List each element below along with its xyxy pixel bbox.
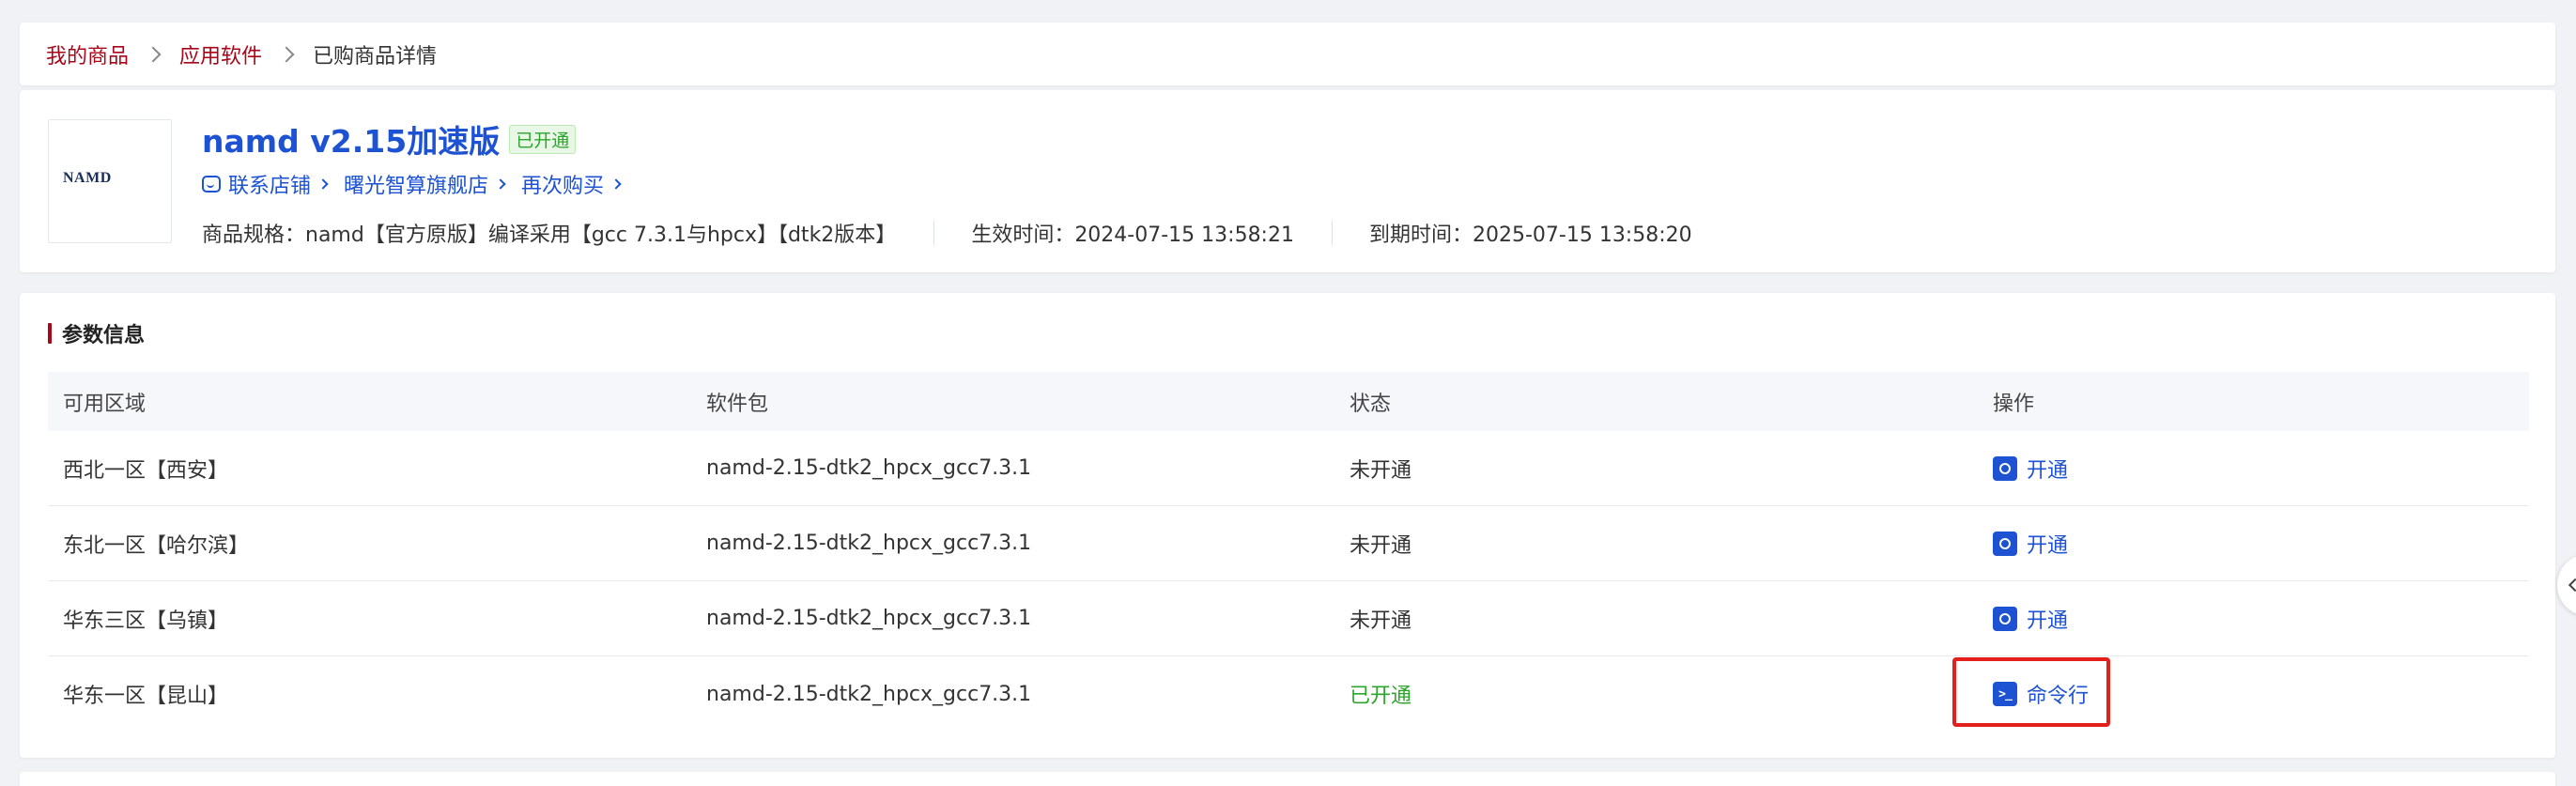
package-cell: namd-2.15-dtk2_hpcx_gcc7.3.1 bbox=[706, 532, 1032, 555]
key-icon bbox=[1993, 531, 2017, 556]
region-cell: 华东一区【昆山】 bbox=[63, 685, 229, 708]
chat-icon bbox=[202, 176, 221, 193]
command-line-button[interactable]: >_ 命令行 bbox=[1993, 679, 2089, 709]
column-header-status: 状态 bbox=[1350, 392, 1392, 416]
chevron-right-icon bbox=[278, 46, 295, 62]
activate-button[interactable]: 开通 bbox=[1993, 454, 2068, 484]
table-header: 可用区域 软件包 状态 操作 bbox=[48, 372, 2529, 431]
product-links: 联系店铺 曙光智算旗舰店 再次购买 bbox=[202, 169, 637, 199]
activate-label: 开通 bbox=[2027, 458, 2069, 483]
product-name: namd v2.15加速版 bbox=[202, 123, 501, 160]
product-spec: 商品规格：namd【官方原版】编译采用【gcc 7.3.1与hpcx】【dtk2… bbox=[202, 223, 897, 247]
product-meta: 商品规格：namd【官方原版】编译采用【gcc 7.3.1与hpcx】【dtk2… bbox=[202, 218, 1692, 248]
status-cell: 已开通 bbox=[1350, 685, 1412, 708]
status-cell: 未开通 bbox=[1350, 609, 1412, 633]
product-card: NAMD namd v2.15加速版 已开通 联系店铺 曙光智算旗舰店 再次购买… bbox=[20, 90, 2555, 272]
store-link[interactable]: 曙光智算旗舰店 bbox=[344, 169, 506, 199]
chevron-right-icon bbox=[145, 46, 162, 62]
chevron-right-icon bbox=[610, 178, 622, 190]
divider bbox=[933, 221, 935, 245]
rebuy-link[interactable]: 再次购买 bbox=[521, 169, 622, 199]
divider bbox=[1331, 221, 1333, 245]
breadcrumb-app-software[interactable]: 应用软件 bbox=[179, 39, 262, 69]
action-cell: 开通 bbox=[1978, 604, 2529, 634]
contact-store-link[interactable]: 联系店铺 bbox=[202, 169, 329, 199]
params-table: 可用区域 软件包 状态 操作 西北一区【西安】 namd-2.15-dtk2_h… bbox=[48, 372, 2529, 732]
package-cell: namd-2.15-dtk2_hpcx_gcc7.3.1 bbox=[706, 607, 1032, 630]
action-cell: 开通 bbox=[1978, 454, 2529, 484]
product-title: namd v2.15加速版 已开通 bbox=[202, 116, 577, 162]
breadcrumb-card: 我的商品 应用软件 已购商品详情 bbox=[20, 23, 2555, 85]
activate-label: 开通 bbox=[2027, 533, 2069, 558]
status-badge: 已开通 bbox=[509, 124, 577, 154]
breadcrumb-current: 已购商品详情 bbox=[313, 44, 438, 69]
key-icon bbox=[1993, 455, 2017, 481]
command-line-label: 命令行 bbox=[2027, 685, 2090, 708]
activate-button[interactable]: 开通 bbox=[1993, 604, 2068, 634]
terminal-icon: >_ bbox=[1993, 682, 2017, 706]
key-icon bbox=[1993, 606, 2017, 631]
column-header-package: 软件包 bbox=[706, 392, 769, 416]
effective-time: 生效时间：2024-07-15 13:58:21 bbox=[971, 223, 1294, 247]
product-thumbnail: NAMD bbox=[48, 119, 172, 243]
breadcrumb: 我的商品 应用软件 已购商品详情 bbox=[46, 23, 437, 85]
table-row: 华东一区【昆山】 namd-2.15-dtk2_hpcx_gcc7.3.1 已开… bbox=[48, 656, 2529, 732]
action-cell: >_ 命令行 bbox=[1978, 679, 2529, 709]
chevron-right-icon bbox=[495, 178, 506, 190]
package-cell: namd-2.15-dtk2_hpcx_gcc7.3.1 bbox=[706, 456, 1032, 480]
namd-logo: NAMD bbox=[63, 169, 112, 186]
action-cell: 开通 bbox=[1978, 529, 2529, 559]
table-row: 东北一区【哈尔滨】 namd-2.15-dtk2_hpcx_gcc7.3.1 未… bbox=[48, 506, 2529, 581]
params-card: 参数信息 可用区域 软件包 状态 操作 西北一区【西安】 namd-2.15-d… bbox=[20, 293, 2555, 758]
activate-button[interactable]: 开通 bbox=[1993, 529, 2068, 559]
section-title: 参数信息 bbox=[48, 318, 145, 348]
chevron-right-icon bbox=[317, 178, 329, 190]
column-header-region: 可用区域 bbox=[63, 392, 147, 416]
logo-subtitle bbox=[63, 188, 157, 193]
contact-store-label: 联系店铺 bbox=[228, 175, 312, 198]
activate-label: 开通 bbox=[2027, 609, 2069, 633]
bottom-card bbox=[20, 772, 2555, 786]
section-title-label: 参数信息 bbox=[62, 324, 146, 347]
table-row: 华东三区【乌镇】 namd-2.15-dtk2_hpcx_gcc7.3.1 未开… bbox=[48, 581, 2529, 656]
section-accent-bar bbox=[48, 323, 52, 344]
region-cell: 东北一区【哈尔滨】 bbox=[63, 533, 250, 558]
region-cell: 华东三区【乌镇】 bbox=[63, 609, 229, 633]
region-cell: 西北一区【西安】 bbox=[63, 458, 229, 483]
column-header-action: 操作 bbox=[1993, 392, 2035, 416]
store-label: 曙光智算旗舰店 bbox=[344, 175, 489, 198]
package-cell: namd-2.15-dtk2_hpcx_gcc7.3.1 bbox=[706, 682, 1032, 706]
status-cell: 未开通 bbox=[1350, 458, 1412, 483]
table-row: 西北一区【西安】 namd-2.15-dtk2_hpcx_gcc7.3.1 未开… bbox=[48, 431, 2529, 506]
breadcrumb-my-products[interactable]: 我的商品 bbox=[46, 39, 129, 69]
side-collapse-handle[interactable] bbox=[2557, 554, 2576, 616]
status-cell: 未开通 bbox=[1350, 533, 1412, 558]
rebuy-label: 再次购买 bbox=[521, 175, 605, 198]
expire-time: 到期时间：2025-07-15 13:58:20 bbox=[1368, 223, 1692, 247]
